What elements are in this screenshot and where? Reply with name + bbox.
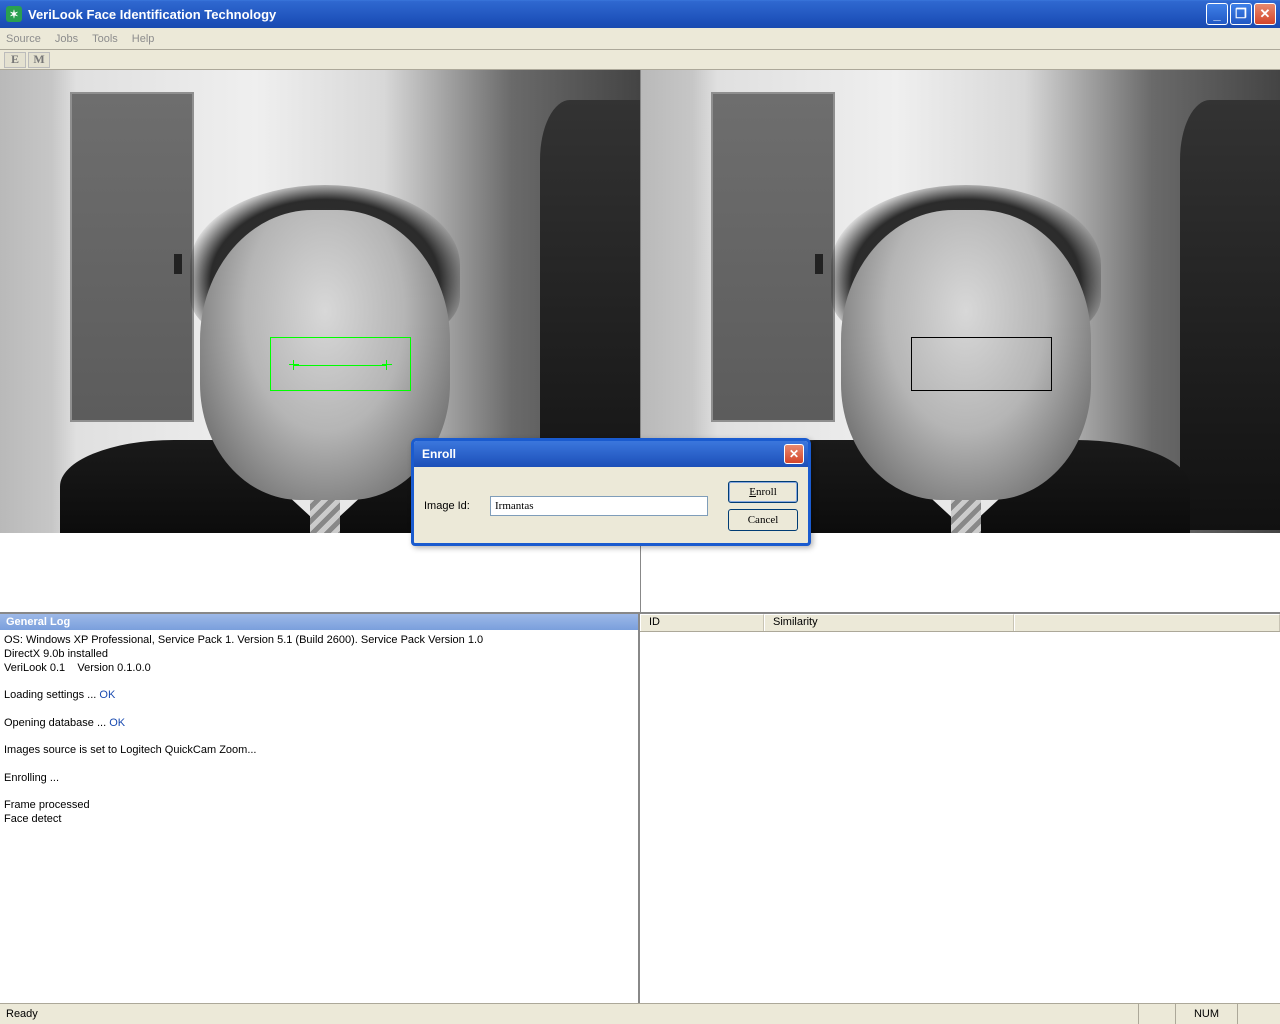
- cancel-button[interactable]: Cancel: [728, 509, 798, 531]
- menu-help[interactable]: Help: [132, 33, 155, 45]
- toolbar-enroll-button[interactable]: E: [4, 52, 26, 68]
- status-blank2: [1237, 1004, 1274, 1024]
- results-col-blank: [1014, 614, 1280, 631]
- app-icon: ✶: [6, 6, 22, 22]
- image-id-input[interactable]: [490, 496, 708, 516]
- enroll-dialog-titlebar[interactable]: Enroll ✕: [414, 441, 808, 467]
- statusbar: Ready NUM: [0, 1003, 1280, 1024]
- menu-tools[interactable]: Tools: [92, 33, 118, 45]
- enroll-button-rest: nroll: [756, 486, 777, 498]
- image-id-label: Image Id:: [424, 500, 480, 512]
- face-detection-box-right: [911, 337, 1052, 391]
- status-num: NUM: [1175, 1004, 1237, 1024]
- results-panel: ID Similarity: [640, 614, 1280, 1003]
- status-blank1: [1138, 1004, 1175, 1024]
- window-title: VeriLook Face Identification Technology: [28, 7, 1206, 22]
- enroll-button[interactable]: Enroll: [728, 481, 798, 503]
- menu-jobs[interactable]: Jobs: [55, 33, 78, 45]
- log-panel: General Log OS: Windows XP Professional,…: [0, 614, 640, 1003]
- toolbar-match-button[interactable]: M: [28, 52, 50, 68]
- window-titlebar: ✶ VeriLook Face Identification Technolog…: [0, 0, 1280, 28]
- log-body[interactable]: OS: Windows XP Professional, Service Pac…: [0, 630, 638, 831]
- status-ready: Ready: [6, 1008, 38, 1020]
- bottom-panels: General Log OS: Windows XP Professional,…: [0, 612, 1280, 1003]
- maximize-button[interactable]: ❐: [1230, 3, 1252, 25]
- results-col-id[interactable]: ID: [640, 614, 764, 631]
- enroll-dialog-close-button[interactable]: ✕: [784, 444, 804, 464]
- minimize-button[interactable]: _: [1206, 3, 1228, 25]
- face-detection-box-left: [270, 337, 411, 391]
- menu-source[interactable]: Source: [6, 33, 41, 45]
- results-col-similarity[interactable]: Similarity: [764, 614, 1014, 631]
- log-header: General Log: [0, 614, 638, 630]
- menubar: Source Jobs Tools Help: [0, 28, 1280, 50]
- enroll-dialog-title: Enroll: [422, 447, 784, 461]
- results-header: ID Similarity: [640, 614, 1280, 632]
- toolbar: E M: [0, 50, 1280, 70]
- results-body[interactable]: [640, 632, 1280, 1003]
- close-button[interactable]: ✕: [1254, 3, 1276, 25]
- enroll-dialog: Enroll ✕ Image Id: Enroll Cancel: [411, 438, 811, 546]
